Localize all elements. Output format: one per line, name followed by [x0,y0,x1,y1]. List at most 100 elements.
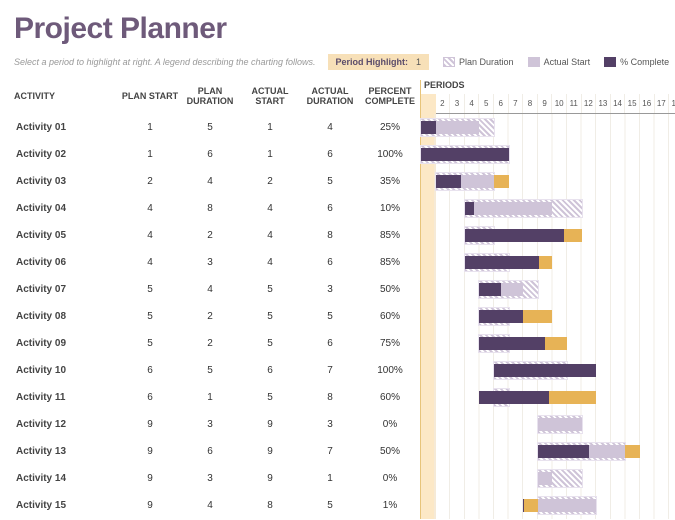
complete-bar [421,121,436,134]
legend-plan-label: Plan Duration [459,57,514,67]
table-row[interactable]: Activity 106567100% [14,357,420,384]
period-header-cell[interactable]: 13 [596,94,611,113]
gantt-row [421,330,675,357]
complete-bar [465,229,564,242]
table-row[interactable]: Activity 021616100% [14,141,420,168]
cell-activity: Activity 14 [14,473,120,484]
cell-actual-start: 9 [240,446,300,457]
legend-complete-label: % Complete [620,57,669,67]
col-plan-start[interactable]: PLAN START [120,92,180,102]
cell-percent-complete: 50% [360,446,420,457]
col-percent-complete[interactable]: PERCENT COMPLETE [360,87,420,107]
cell-plan-start: 5 [120,284,180,295]
table-row[interactable]: Activity 09525675% [14,330,420,357]
cell-actual-start: 4 [240,230,300,241]
cell-actual-duration: 5 [300,311,360,322]
period-header-row: 123456789101112131415161718 [421,94,675,114]
gantt-row [421,195,675,222]
complete-bar [465,256,539,269]
period-header-cell[interactable]: 4 [465,94,480,113]
period-header-cell[interactable]: 2 [436,94,451,113]
period-header-cell[interactable]: 16 [640,94,655,113]
cell-actual-start: 9 [240,473,300,484]
period-header-cell[interactable]: 11 [567,94,582,113]
period-header-cell[interactable]: 10 [552,94,567,113]
page-title: Project Planner [14,12,675,46]
col-actual-start[interactable]: ACTUAL START [240,87,300,107]
period-header-cell[interactable]: 5 [479,94,494,113]
table-row[interactable]: Activity 04484610% [14,195,420,222]
period-header-cell[interactable]: 15 [625,94,640,113]
cell-plan-start: 6 [120,392,180,403]
cell-activity: Activity 05 [14,230,120,241]
table-row[interactable]: Activity 11615860% [14,384,420,411]
period-header-cell[interactable]: 14 [611,94,626,113]
table-row[interactable]: Activity 1594851% [14,492,420,519]
cell-actual-duration: 7 [300,365,360,376]
col-actual-duration[interactable]: ACTUAL DURATION [300,87,360,107]
cell-percent-complete: 10% [360,203,420,214]
cell-plan-duration: 2 [180,311,240,322]
cell-plan-duration: 1 [180,392,240,403]
cell-percent-complete: 100% [360,365,420,376]
cell-actual-duration: 5 [300,500,360,511]
cell-activity: Activity 12 [14,419,120,430]
table-row[interactable]: Activity 01151425% [14,114,420,141]
cell-activity: Activity 08 [14,311,120,322]
cell-plan-duration: 3 [180,419,240,430]
period-header-cell[interactable]: 18 [669,94,675,113]
col-activity[interactable]: ACTIVITY [14,92,120,102]
table-row[interactable]: Activity 05424885% [14,222,420,249]
cell-percent-complete: 60% [360,392,420,403]
complete-bar [436,175,462,188]
gantt-row [421,141,675,168]
table-row[interactable]: Activity 06434685% [14,249,420,276]
gantt-row [421,465,675,492]
cell-plan-duration: 8 [180,203,240,214]
gantt-row [421,492,675,519]
legend-plan-duration: Plan Duration [443,57,514,67]
cell-actual-start: 8 [240,500,300,511]
period-header-cell[interactable]: 3 [450,94,465,113]
period-highlight-label: Period Highlight: [336,57,409,67]
gantt-row [421,438,675,465]
cell-plan-start: 6 [120,365,180,376]
gantt-row [421,249,675,276]
period-highlight-input[interactable]: Period Highlight: 1 [328,54,430,70]
period-header-cell[interactable]: 6 [494,94,509,113]
table-row[interactable]: Activity 08525560% [14,303,420,330]
table-row[interactable]: Activity 07545350% [14,276,420,303]
table-row[interactable]: Activity 1493910% [14,465,420,492]
period-header-cell[interactable]: 17 [655,94,670,113]
subtitle: Select a period to highlight at right. A… [14,57,316,67]
legend-actual-label: Actual Start [544,57,591,67]
col-plan-duration[interactable]: PLAN DURATION [180,87,240,107]
cell-actual-start: 9 [240,419,300,430]
table-row[interactable]: Activity 03242535% [14,168,420,195]
period-header-cell[interactable]: 12 [582,94,597,113]
cell-actual-start: 1 [240,122,300,133]
period-header-cell[interactable]: 7 [509,94,524,113]
cell-plan-duration: 3 [180,257,240,268]
gantt-row [421,303,675,330]
cell-plan-duration: 4 [180,500,240,511]
top-controls-row: Select a period to highlight at right. A… [14,54,675,70]
cell-actual-duration: 3 [300,419,360,430]
cell-plan-duration: 5 [180,365,240,376]
period-header-cell[interactable]: 9 [538,94,553,113]
table-row[interactable]: Activity 1293930% [14,411,420,438]
cell-actual-duration: 6 [300,338,360,349]
complete-bar [479,283,501,296]
cell-actual-duration: 6 [300,257,360,268]
cell-plan-duration: 4 [180,176,240,187]
actual-bar [538,472,553,485]
cell-plan-duration: 6 [180,446,240,457]
cell-actual-duration: 7 [300,446,360,457]
gantt-row [421,168,675,195]
period-header-cell[interactable]: 8 [523,94,538,113]
complete-bar [494,364,596,377]
cell-percent-complete: 75% [360,338,420,349]
table-row[interactable]: Activity 13969750% [14,438,420,465]
cell-activity: Activity 06 [14,257,120,268]
cell-actual-duration: 8 [300,392,360,403]
